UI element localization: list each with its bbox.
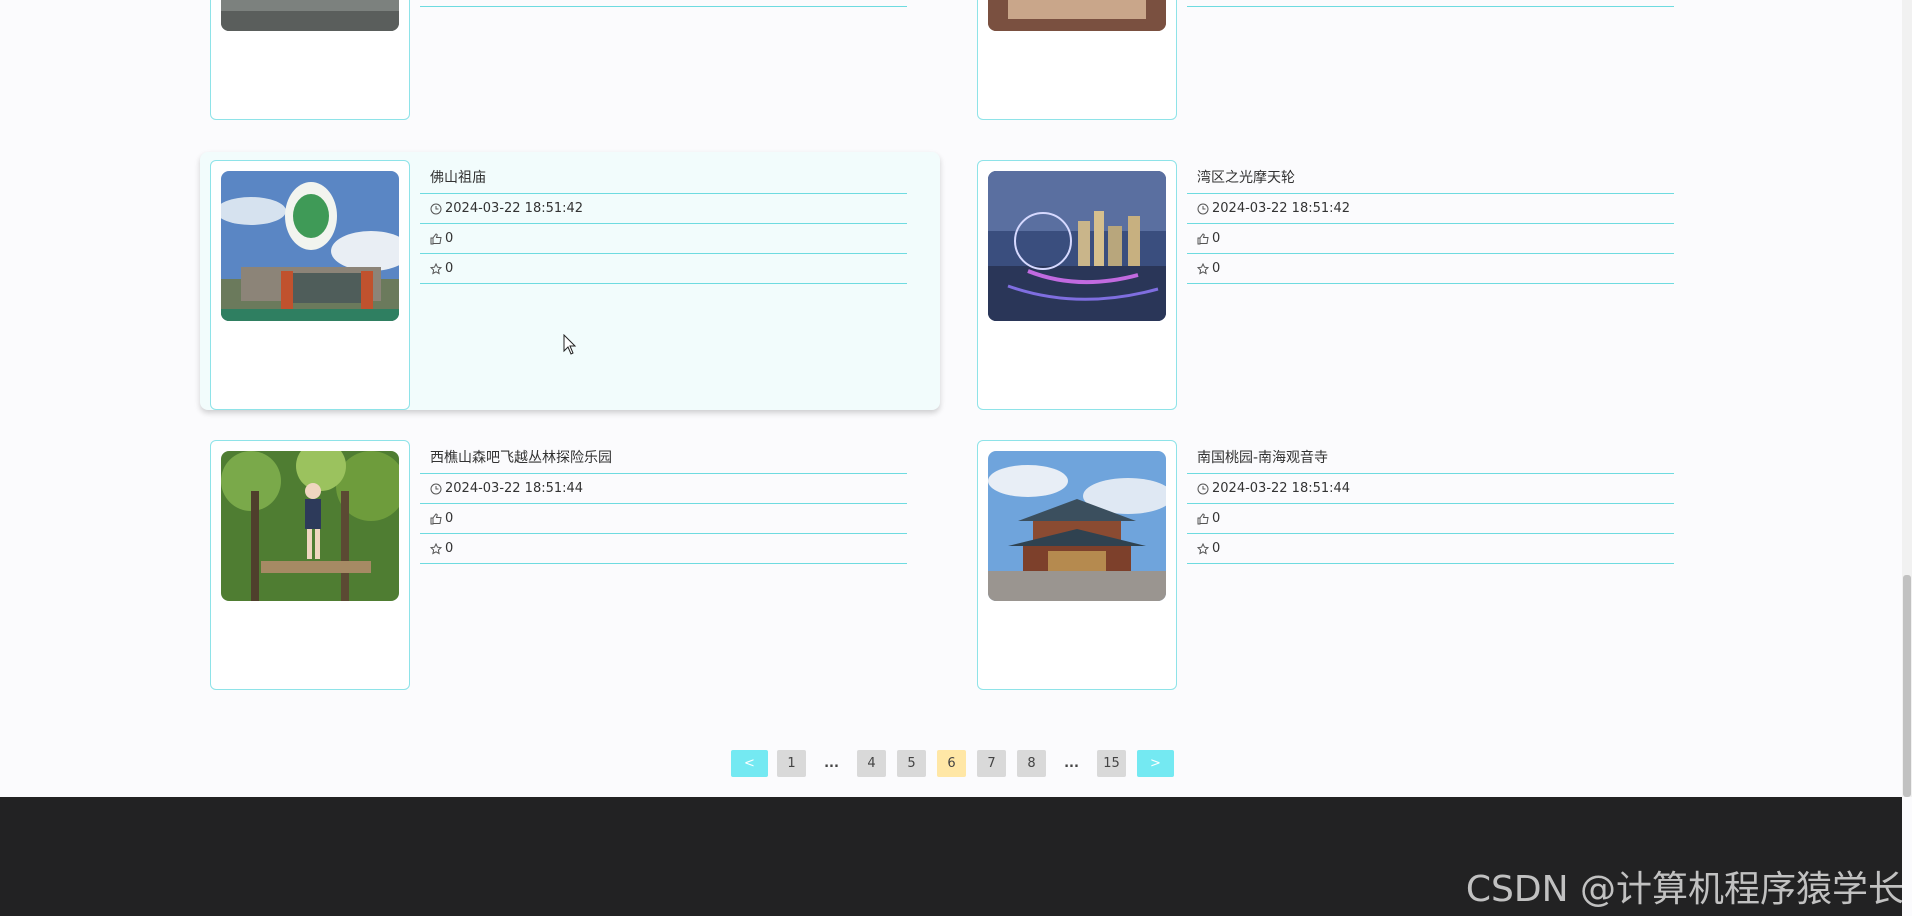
card-favs: 0 — [420, 534, 907, 564]
mouse-cursor-icon — [563, 334, 577, 355]
prev-page-button[interactable]: < — [731, 750, 768, 777]
card-favs: 0 — [420, 254, 907, 284]
card-favs: 0 — [1187, 534, 1674, 564]
card-thumb-frame[interactable] — [210, 0, 410, 120]
card-likes: 0 — [1187, 504, 1674, 534]
page-button[interactable]: 4 — [857, 750, 886, 777]
clock-icon — [430, 203, 442, 214]
thumbs-up-icon — [1197, 512, 1209, 524]
card-likes: 0 — [420, 504, 907, 534]
clock-icon — [430, 483, 442, 494]
card-thumb-frame[interactable] — [210, 440, 410, 690]
star-icon — [430, 262, 442, 274]
card-date: 2024-03-22 18:51:42 — [1187, 194, 1674, 224]
card-thumb-frame[interactable] — [210, 160, 410, 410]
card-favs: 0 — [1187, 254, 1674, 284]
page-ellipsis[interactable]: ... — [1057, 750, 1086, 777]
card-thumb-frame[interactable] — [977, 160, 1177, 410]
clock-icon — [1197, 483, 1209, 494]
card-date: 2024-03-22 18:51:44 — [1187, 474, 1674, 504]
card-title[interactable]: 西樵山森吧飞越丛林探险乐园 — [420, 440, 907, 474]
page-button[interactable]: 1 — [777, 750, 806, 777]
card-info: 南国桃园-南海观音寺 2024-03-22 18:51:44 0 0 — [1187, 440, 1674, 564]
current-page-button[interactable]: 6 — [937, 750, 966, 777]
next-page-button[interactable]: > — [1137, 750, 1174, 777]
clock-icon — [1197, 203, 1209, 214]
card-info: 湾区之光摩天轮 2024-03-22 18:51:42 0 0 — [1187, 160, 1674, 284]
card-info-top-right — [1187, 6, 1674, 7]
card-thumb-frame[interactable] — [977, 440, 1177, 690]
card-title[interactable]: 佛山祖庙 — [420, 160, 907, 194]
thumbs-up-icon — [430, 512, 442, 524]
card-image[interactable] — [988, 451, 1166, 601]
watermark: CSDN @计算机程序猿学长 — [1465, 869, 1904, 910]
card-title[interactable]: 南国桃园-南海观音寺 — [1187, 440, 1674, 474]
page-button[interactable]: 5 — [897, 750, 926, 777]
card-info: 佛山祖庙 2024-03-22 18:51:42 0 0 — [420, 160, 907, 284]
card-image[interactable] — [988, 171, 1166, 321]
page-button[interactable]: 15 — [1097, 750, 1126, 777]
card-title[interactable]: 湾区之光摩天轮 — [1187, 160, 1674, 194]
page-button[interactable]: 8 — [1017, 750, 1046, 777]
card-image[interactable] — [988, 0, 1166, 31]
card-info: 西樵山森吧飞越丛林探险乐园 2024-03-22 18:51:44 0 0 — [420, 440, 907, 564]
card-date: 2024-03-22 18:51:44 — [420, 474, 907, 504]
page-button[interactable]: 7 — [977, 750, 1006, 777]
card-thumb-frame[interactable] — [977, 0, 1177, 120]
star-icon — [430, 542, 442, 554]
scrollbar-thumb[interactable] — [1903, 575, 1911, 797]
page-ellipsis[interactable]: ... — [817, 750, 846, 777]
pagination: < 1 ... 4 5 6 7 8 ... 15 > — [0, 750, 1902, 777]
thumbs-up-icon — [1197, 232, 1209, 244]
card-likes: 0 — [420, 224, 907, 254]
card-info-top-left — [420, 6, 907, 7]
star-icon — [1197, 542, 1209, 554]
card-likes: 0 — [1187, 224, 1674, 254]
card-image[interactable] — [221, 0, 399, 31]
card-image[interactable] — [221, 451, 399, 601]
card-date: 2024-03-22 18:51:42 — [420, 194, 907, 224]
thumbs-up-icon — [430, 232, 442, 244]
card-image[interactable] — [221, 171, 399, 321]
star-icon — [1197, 262, 1209, 274]
